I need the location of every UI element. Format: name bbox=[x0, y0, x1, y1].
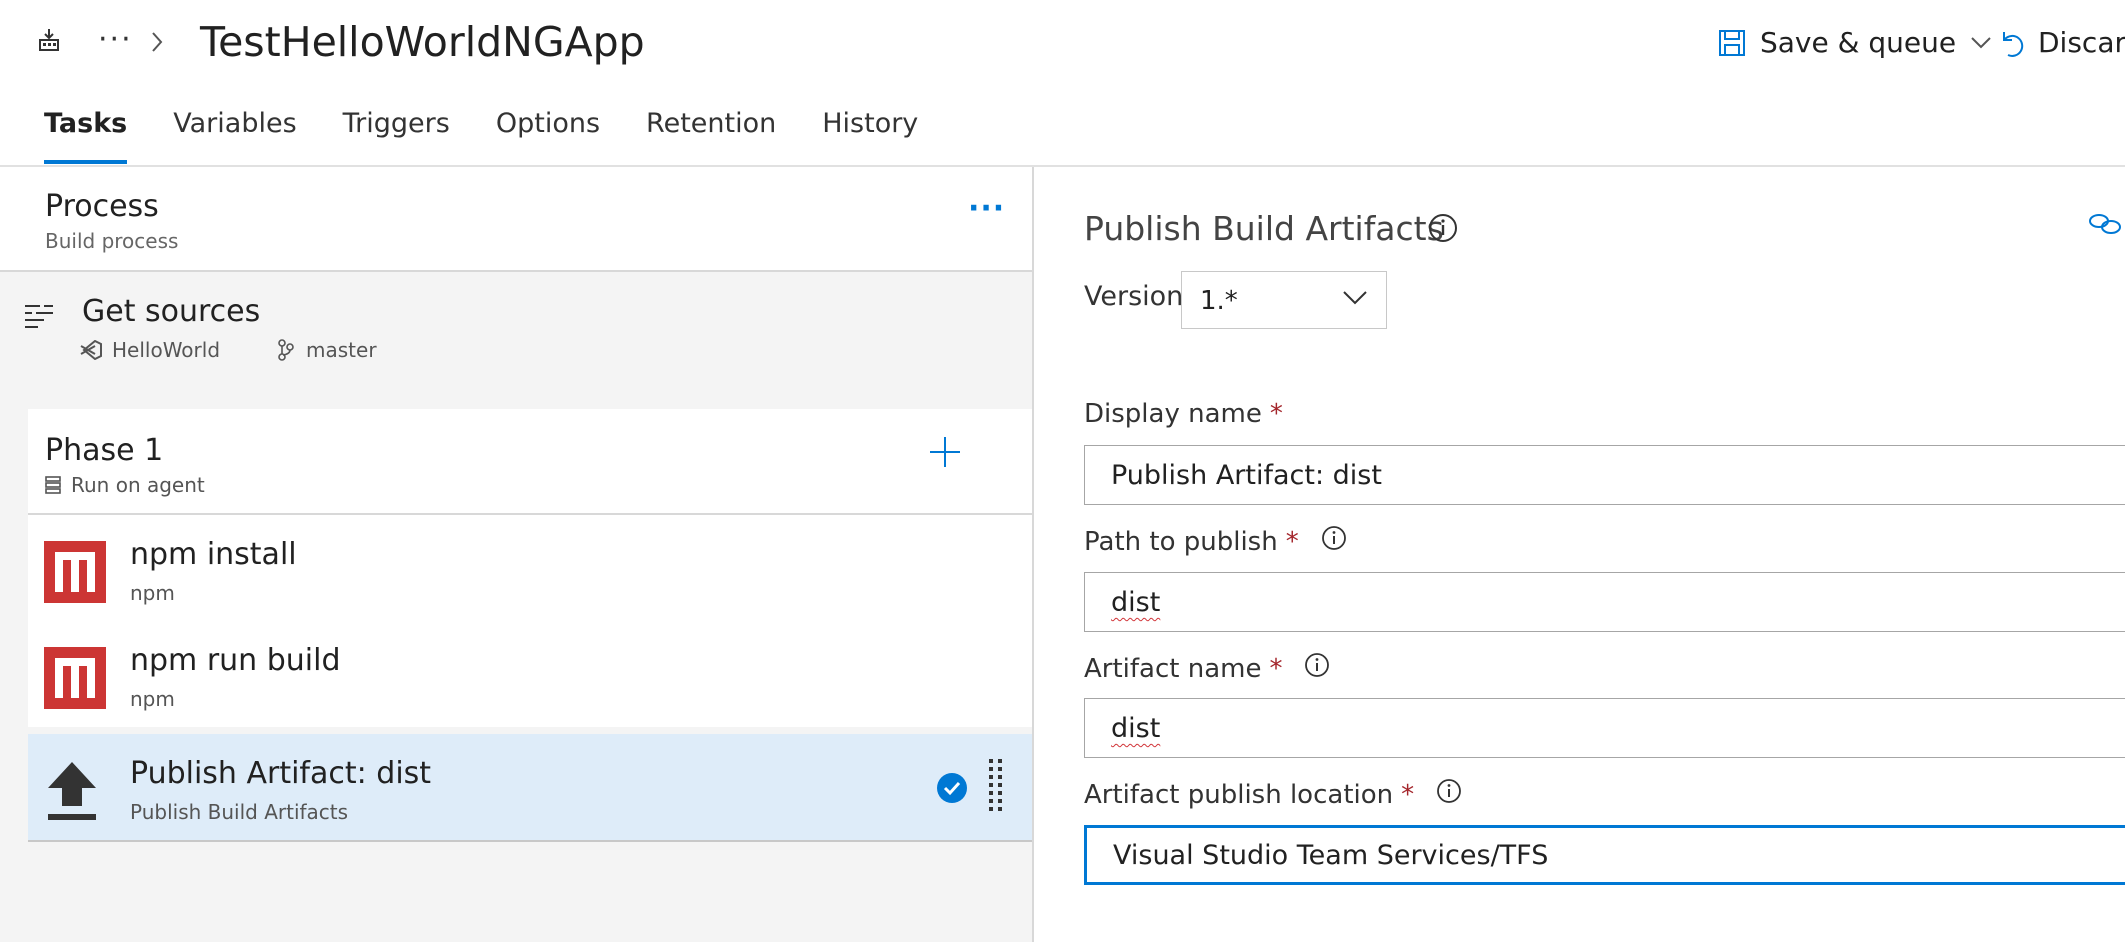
path-to-publish-label: Path to publish * bbox=[1084, 525, 1347, 558]
build-pipeline-icon[interactable] bbox=[38, 28, 60, 56]
task-list-pane: Process Build process ··· Get sources He… bbox=[0, 167, 1032, 942]
field-label-text: Path to publish bbox=[1084, 526, 1278, 557]
required-marker: * bbox=[1285, 526, 1299, 557]
tab-retention[interactable]: Retention bbox=[646, 108, 776, 164]
required-marker: * bbox=[1401, 779, 1415, 810]
chevron-right-icon bbox=[150, 30, 164, 58]
header: ··· TestHelloWorldNGApp Save & queue Dis… bbox=[0, 0, 2125, 166]
add-task-button[interactable] bbox=[928, 435, 962, 473]
task-item-publish-artifact[interactable]: Publish Artifact: dist Publish Build Art… bbox=[28, 734, 1032, 842]
agent-server-icon bbox=[45, 476, 61, 494]
save-queue-label: Save & queue bbox=[1760, 26, 1957, 59]
artifact-name-label: Artifact name * bbox=[1084, 652, 1330, 685]
artifact-name-input[interactable]: dist bbox=[1084, 698, 2125, 758]
branch-icon bbox=[278, 339, 294, 361]
branch-name: master bbox=[306, 338, 377, 362]
path-to-publish-value: dist bbox=[1111, 587, 1161, 618]
plus-icon bbox=[930, 437, 960, 467]
info-icon[interactable] bbox=[1304, 652, 1330, 685]
enabled-check-icon[interactable] bbox=[936, 772, 968, 808]
version-value: 1.* bbox=[1200, 286, 1238, 316]
info-icon[interactable] bbox=[1321, 525, 1347, 558]
chevron-down-icon bbox=[1342, 290, 1368, 310]
drag-handle-icon[interactable] bbox=[988, 758, 1004, 818]
page-title: TestHelloWorldNGApp bbox=[200, 18, 645, 66]
tab-bar: Tasks Variables Triggers Options Retenti… bbox=[44, 108, 964, 164]
task-item-npm-run-build[interactable]: npm run build npm bbox=[28, 621, 1032, 727]
task-type: npm bbox=[130, 687, 175, 711]
discard-label: Discard bbox=[2038, 26, 2125, 59]
required-marker: * bbox=[1269, 653, 1283, 684]
npm-icon bbox=[44, 647, 106, 709]
field-label-text: Artifact publish location bbox=[1084, 779, 1394, 810]
discard-button[interactable]: Discard bbox=[1998, 26, 2125, 59]
tab-variables[interactable]: Variables bbox=[173, 108, 296, 164]
task-name: npm install bbox=[130, 537, 297, 572]
npm-icon bbox=[44, 541, 106, 603]
display-name-input[interactable]: Publish Artifact: dist bbox=[1084, 445, 2125, 505]
version-label: Version bbox=[1084, 281, 1184, 312]
list-settings-icon bbox=[24, 302, 54, 334]
process-section[interactable]: Process Build process ··· bbox=[0, 167, 1032, 272]
breadcrumb-more-button[interactable]: ··· bbox=[98, 22, 133, 57]
process-subtitle: Build process bbox=[45, 229, 179, 253]
task-name: npm run build bbox=[130, 643, 341, 678]
tab-options[interactable]: Options bbox=[496, 108, 600, 164]
process-more-button[interactable]: ··· bbox=[968, 191, 1005, 226]
artifact-name-value: dist bbox=[1111, 713, 1161, 744]
task-details-title: Publish Build Artifacts bbox=[1084, 209, 1444, 248]
task-type: npm bbox=[130, 581, 175, 605]
info-icon[interactable] bbox=[1428, 213, 1458, 247]
path-to-publish-input[interactable]: dist bbox=[1084, 572, 2125, 632]
phase-subtitle: Run on agent bbox=[45, 473, 205, 497]
publish-location-label: Artifact publish location * bbox=[1084, 778, 1462, 811]
process-title: Process bbox=[45, 189, 159, 224]
tab-tasks[interactable]: Tasks bbox=[44, 108, 128, 164]
upload-icon bbox=[44, 760, 106, 822]
save-icon bbox=[1719, 29, 1745, 56]
tab-history[interactable]: History bbox=[822, 108, 918, 164]
publish-location-value: Visual Studio Team Services/TFS bbox=[1113, 840, 1549, 871]
publish-location-select[interactable]: Visual Studio Team Services/TFS bbox=[1084, 825, 2125, 885]
display-name-label: Display name * bbox=[1084, 399, 1283, 429]
task-type: Publish Build Artifacts bbox=[130, 800, 349, 824]
version-select[interactable]: 1.* bbox=[1181, 271, 1387, 329]
get-sources-meta: HelloWorld master bbox=[80, 338, 377, 362]
tab-triggers[interactable]: Triggers bbox=[343, 108, 450, 164]
visual-studio-icon bbox=[80, 340, 102, 360]
chevron-down-icon[interactable] bbox=[1970, 36, 1992, 50]
link-icon[interactable] bbox=[2088, 211, 2122, 241]
phase-subtitle-text: Run on agent bbox=[71, 473, 205, 497]
field-label-text: Display name bbox=[1084, 399, 1262, 429]
task-name: Publish Artifact: dist bbox=[130, 756, 432, 791]
save-queue-button[interactable]: Save & queue bbox=[1718, 26, 1992, 59]
display-name-value: Publish Artifact: dist bbox=[1111, 460, 1382, 491]
undo-icon bbox=[2003, 31, 2024, 57]
required-marker: * bbox=[1269, 399, 1283, 429]
repo-name: HelloWorld bbox=[112, 338, 221, 362]
phase-title: Phase 1 bbox=[45, 433, 164, 468]
get-sources-title: Get sources bbox=[82, 294, 261, 329]
task-item-npm-install[interactable]: npm install npm bbox=[28, 515, 1032, 621]
info-icon[interactable] bbox=[1436, 778, 1462, 811]
task-details-pane: Publish Build Artifacts Version 1.* Disp… bbox=[1034, 167, 2125, 942]
phase-section[interactable]: Phase 1 Run on agent bbox=[28, 409, 1032, 515]
field-label-text: Artifact name bbox=[1084, 653, 1262, 684]
get-sources-section[interactable]: Get sources HelloWorld master bbox=[0, 272, 1032, 392]
